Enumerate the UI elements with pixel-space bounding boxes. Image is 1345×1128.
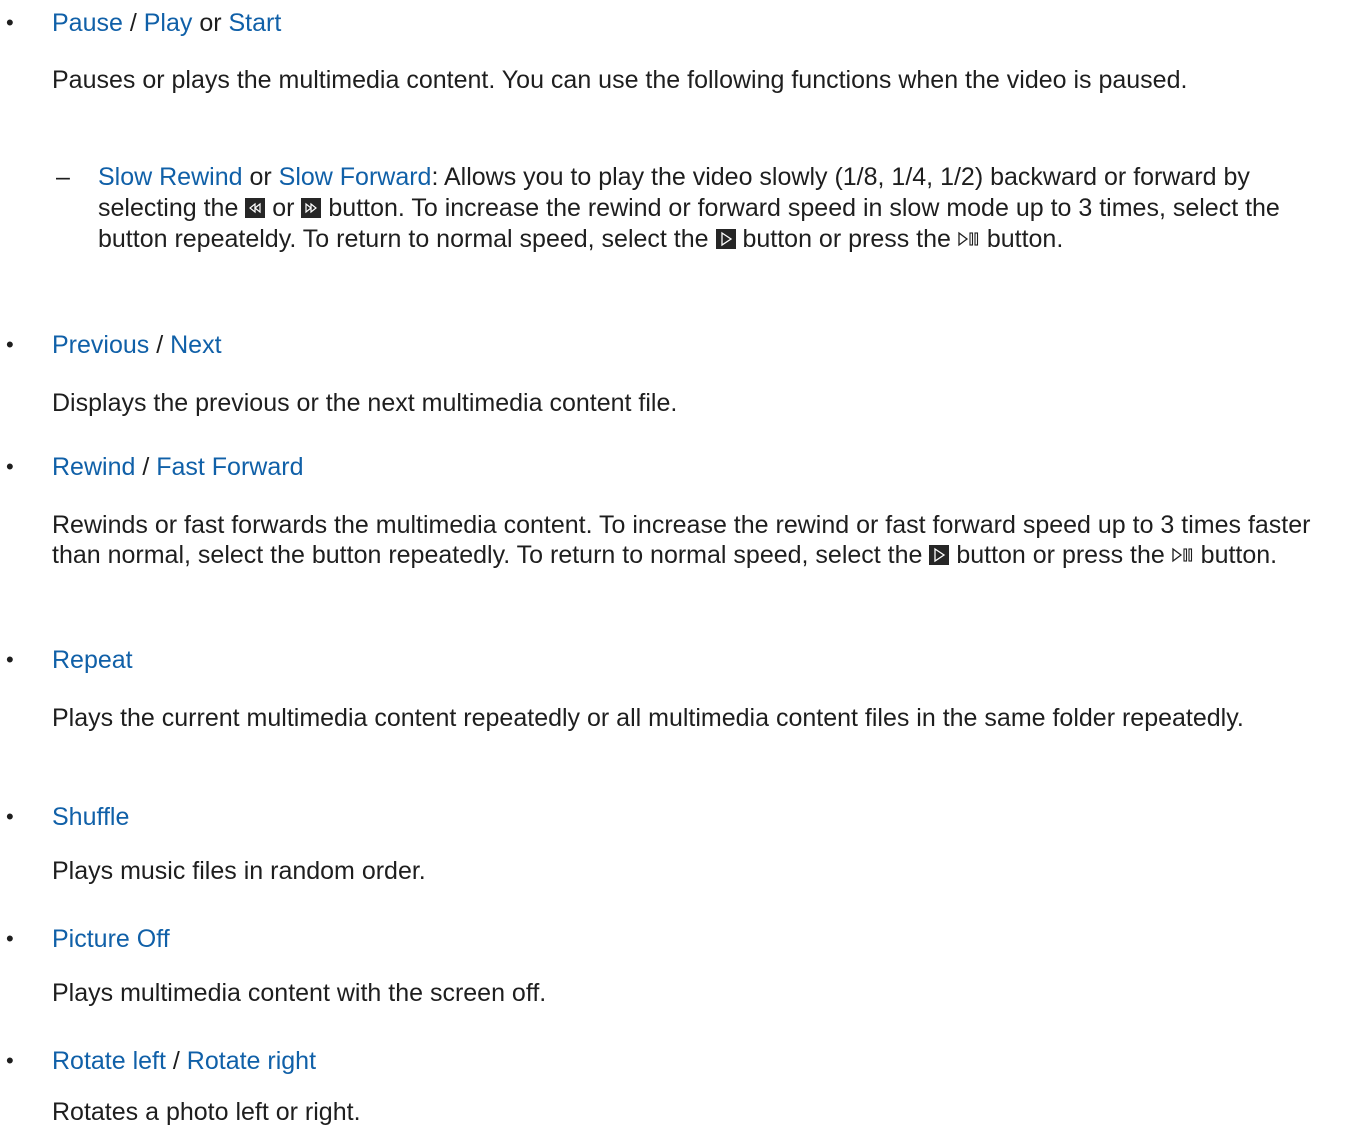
bullet: • [6, 647, 14, 672]
heading-separator: / [122, 9, 144, 37]
item-heading: Rewind / Fast Forward [52, 452, 303, 482]
sub-body-text: button. [979, 225, 1064, 253]
item-description: Rewinds or fast forwards the multimedia … [52, 510, 1337, 570]
fast-forward-link[interactable]: Fast Forward [156, 453, 303, 481]
bullet: • [6, 454, 14, 479]
sub-body-text: button or press the [735, 225, 958, 253]
next-link[interactable]: Next [170, 331, 221, 359]
start-link[interactable]: Start [229, 9, 282, 37]
previous-link[interactable]: Previous [52, 331, 149, 359]
play-icon [929, 545, 950, 565]
rotate-right-link[interactable]: Rotate right [187, 1047, 316, 1075]
heading-separator: / [165, 1047, 187, 1075]
play-pause-icon [958, 231, 978, 247]
item-heading: Rotate left / Rotate right [52, 1046, 316, 1076]
item-description: Pauses or plays the multimedia content. … [52, 66, 1188, 94]
play-pause-icon [1172, 547, 1192, 563]
bullet: • [6, 804, 14, 829]
item-heading: Shuffle [52, 802, 129, 832]
bullet: • [6, 10, 14, 35]
item-description: Plays music files in random order. [52, 857, 426, 885]
picture-off-link[interactable]: Picture Off [52, 925, 170, 953]
heading-separator: / [149, 331, 171, 359]
item-description: Displays the previous or the next multim… [52, 389, 678, 417]
slow-forward-icon [301, 198, 322, 218]
heading-separator: or [192, 9, 229, 37]
shuffle-link[interactable]: Shuffle [52, 803, 129, 831]
item-description: Rotates a photo left or right. [52, 1098, 361, 1126]
or-text: or [242, 163, 279, 191]
repeat-link[interactable]: Repeat [52, 646, 133, 674]
item-heading: Repeat [52, 645, 133, 675]
dash: – [56, 163, 70, 191]
bullet: • [6, 926, 14, 951]
rotate-left-link[interactable]: Rotate left [52, 1047, 166, 1075]
item-description: Plays multimedia content with the screen… [52, 979, 547, 1007]
slow-rewind-icon [245, 198, 266, 218]
pause-link[interactable]: Pause [52, 9, 123, 37]
slow-rewind-link[interactable]: Slow Rewind [98, 163, 243, 191]
or-text: or [265, 194, 302, 222]
description-text: button or press the [949, 541, 1172, 569]
description-text: button. [1193, 541, 1278, 569]
heading-separator: / [135, 453, 157, 481]
play-icon [715, 229, 736, 249]
manual-page: • Pause / Play or Start Pauses or plays … [0, 0, 1345, 1128]
play-link[interactable]: Play [144, 9, 193, 37]
item-heading: Picture Off [52, 924, 170, 954]
item-heading: Pause / Play or Start [52, 8, 281, 38]
item-heading: Previous / Next [52, 330, 222, 360]
slow-forward-link[interactable]: Slow Forward [279, 163, 432, 191]
rewind-link[interactable]: Rewind [52, 453, 135, 481]
bullet: • [6, 332, 14, 357]
item-description: Plays the current multimedia content rep… [52, 704, 1244, 732]
sub-item-text: Slow Rewind or Slow Forward: Allows you … [98, 162, 1330, 255]
bullet: • [6, 1048, 14, 1073]
